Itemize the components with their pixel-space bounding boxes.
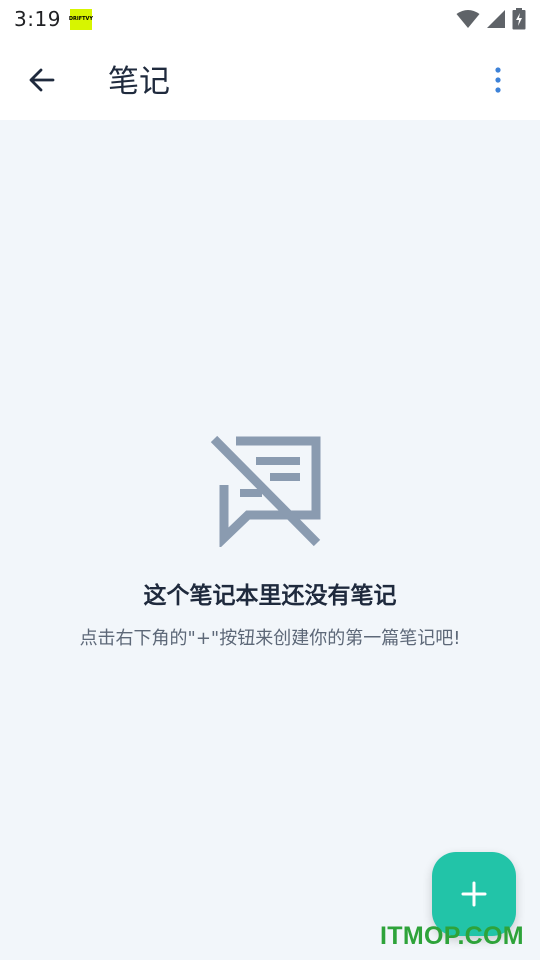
empty-state: 这个笔记本里还没有笔记 点击右下角的"+"按钮来创建你的第一篇笔记吧! bbox=[0, 120, 540, 960]
wifi-icon bbox=[456, 10, 480, 28]
empty-subtitle: 点击右下角的"+"按钮来创建你的第一篇笔记吧! bbox=[79, 628, 461, 649]
screen: 3:19 DRIFTVY 笔记 这个笔记本里还没有笔记 点击右下角的"+"按钮来… bbox=[0, 0, 540, 960]
watermark: ITMOP.COM bbox=[380, 922, 524, 950]
status-time: 3:19 bbox=[14, 7, 61, 31]
arrow-left-icon bbox=[29, 68, 55, 92]
plus-icon bbox=[461, 881, 487, 907]
app-badge-icon: DRIFTVY bbox=[68, 8, 94, 30]
signal-icon bbox=[487, 10, 505, 28]
empty-title: 这个笔记本里还没有笔记 bbox=[143, 583, 397, 609]
page-title: 笔记 bbox=[108, 64, 170, 100]
app-badge-text: DRIFTVY bbox=[68, 16, 94, 22]
battery-charging-icon bbox=[512, 8, 526, 30]
more-options-button[interactable] bbox=[478, 60, 518, 100]
app-bar: 笔记 bbox=[0, 38, 540, 120]
no-notes-icon bbox=[210, 435, 321, 547]
more-vertical-icon bbox=[495, 67, 501, 93]
status-icons bbox=[456, 8, 526, 30]
status-bar: 3:19 DRIFTVY bbox=[0, 0, 540, 38]
back-button[interactable] bbox=[22, 60, 62, 100]
